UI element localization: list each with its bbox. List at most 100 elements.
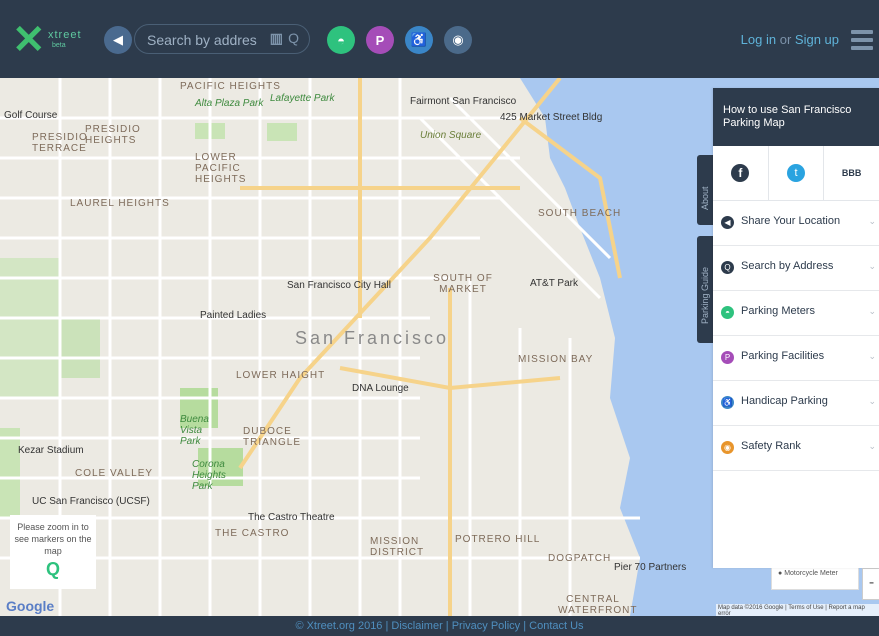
tab-parking-guide[interactable]: Parking Guide: [697, 236, 713, 343]
district-label: LOWER HAIGHT: [236, 370, 326, 381]
twitter-button[interactable]: t: [769, 146, 825, 200]
legend-item: Motorcycle Meter: [784, 570, 838, 577]
poi-label: Kezar Stadium: [18, 445, 84, 456]
district-label: PRESIDIO HEIGHTS: [85, 124, 141, 146]
facebook-button[interactable]: f: [713, 146, 769, 200]
parking-meter-icon: ◓: [721, 306, 734, 319]
chevron-down-icon: ⌄: [868, 216, 876, 226]
poi-label: UC San Francisco (UCSF): [32, 496, 150, 507]
panel-menu-item[interactable]: ◀ Share Your Location ⌄: [713, 201, 879, 246]
google-logo: Google: [6, 598, 55, 614]
bbb-button[interactable]: BBB: [824, 146, 879, 200]
hamburger-menu-icon[interactable]: [851, 30, 873, 50]
or-text: or: [779, 32, 792, 47]
district-label: SOUTH OF MARKET: [433, 273, 493, 295]
search-icon[interactable]: Q: [288, 30, 299, 46]
district-label: COLE VALLEY: [75, 468, 154, 479]
safety-button[interactable]: ◉: [444, 26, 472, 54]
poi-label: Painted Ladies: [200, 310, 267, 321]
zoom-hint-text: Please zoom in to see markers on the map: [14, 522, 92, 556]
logo-text: xtreet: [48, 29, 82, 41]
zoom-search-icon[interactable]: Q: [43, 560, 63, 583]
panel-menu-label: Share Your Location: [741, 215, 841, 227]
poi-label: San Francisco City Hall: [287, 280, 391, 291]
login-link[interactable]: Log in: [741, 32, 776, 47]
poi-label: Union Square: [420, 130, 482, 141]
chevron-down-icon: ⌄: [868, 396, 876, 406]
social-row: f t BBB: [713, 146, 879, 201]
district-label: LOWER PACIFIC HEIGHTS: [195, 152, 247, 185]
panel-menu-label: Safety Rank: [741, 440, 801, 452]
parking-facility-button[interactable]: P: [366, 26, 394, 54]
city-icon[interactable]: ▥: [270, 30, 283, 47]
district-label: DUBOCE TRIANGLE: [243, 426, 302, 448]
search-icon: Q: [721, 261, 734, 274]
district-label: POTRERO HILL: [455, 534, 541, 545]
panel-menu-label: Parking Facilities: [741, 350, 825, 362]
location-arrow-icon: ◀: [113, 32, 123, 47]
facebook-icon: f: [731, 164, 750, 182]
panel-menu-item[interactable]: ♿ Handicap Parking ⌄: [713, 381, 879, 426]
top-bar: ✕ xtreet beta ◀ ▥ Q ◓ P ♿ ◉ Log in or Si…: [0, 0, 879, 78]
location-arrow-button[interactable]: ◀: [104, 26, 132, 54]
poi-label: Golf Course: [4, 110, 58, 121]
district-label: CENTRAL WATERFRONT: [558, 594, 638, 616]
tab-about[interactable]: About: [697, 155, 713, 225]
search-box[interactable]: ▥ Q: [134, 24, 310, 54]
tab-guide-label: Parking Guide: [700, 266, 710, 324]
district-label: MISSION DISTRICT: [370, 536, 425, 558]
parking-facility-icon: P: [721, 351, 734, 364]
auth-links: Log in or Sign up: [741, 32, 839, 47]
logo-x-icon: ✕: [12, 18, 46, 62]
panel-menu-item[interactable]: Q Search by Address ⌄: [713, 246, 879, 291]
district-label: SOUTH BEACH: [538, 208, 622, 219]
tab-about-label: About: [700, 186, 710, 210]
district-label: DOGPATCH: [548, 553, 612, 564]
twitter-icon: t: [787, 164, 805, 182]
poi-label: DNA Lounge: [352, 383, 409, 394]
parking-meter-icon: ◓: [337, 32, 345, 48]
park-label: Corona Heights Park: [192, 459, 226, 492]
panel-title: How to use San Francisco Parking Map: [713, 88, 879, 146]
park-label: Alta Plaza Park: [195, 98, 264, 109]
chevron-down-icon: ⌄: [868, 261, 876, 271]
handicap-icon: ♿: [721, 396, 734, 409]
poi-label: 425 Market Street Bldg: [500, 112, 603, 123]
district-label: LAUREL HEIGHTS: [70, 198, 170, 209]
safety-shield-icon: ◉: [721, 441, 734, 454]
parking-meter-button[interactable]: ◓: [327, 26, 355, 54]
poi-label: AT&T Park: [530, 278, 578, 289]
district-label: PRESIDIO TERRACE: [32, 132, 88, 154]
district-label: PACIFIC HEIGHTS: [180, 81, 281, 92]
district-label: MISSION BAY: [518, 354, 594, 365]
poi-label: Fairmont San Francisco: [410, 96, 517, 107]
panel-menu-item[interactable]: ◓ Parking Meters ⌄: [713, 291, 879, 336]
signup-link[interactable]: Sign up: [795, 32, 839, 47]
zoom-hint-box: Please zoom in to see markers on the map…: [10, 515, 96, 589]
district-label: THE CASTRO: [215, 528, 290, 539]
parking-facility-icon: P: [375, 32, 385, 48]
bbb-icon: BBB: [841, 168, 862, 178]
panel-menu-item[interactable]: ◉ Safety Rank ⌄: [713, 426, 879, 471]
chevron-down-icon: ⌄: [868, 441, 876, 451]
panel-menu-label: Search by Address: [741, 260, 834, 272]
park-label: Buena Vista Park: [180, 414, 209, 447]
zoom-out-button[interactable]: -: [862, 568, 879, 600]
chevron-down-icon: ⌄: [868, 351, 876, 361]
poi-label: The Castro Theatre: [248, 512, 335, 523]
logo-beta: beta: [52, 42, 66, 49]
park-label: Lafayette Park: [270, 93, 335, 104]
panel-menu: ◀ Share Your Location ⌄ Q Search by Address ⌄…: [713, 201, 879, 471]
chevron-down-icon: ⌄: [868, 306, 876, 316]
search-input[interactable]: [145, 29, 259, 51]
handicap-button[interactable]: ♿: [405, 26, 433, 54]
panel-menu-label: Handicap Parking: [741, 395, 828, 407]
logo[interactable]: ✕ xtreet beta: [12, 20, 92, 60]
footer-links[interactable]: © Xtreet.org 2016 | Disclaimer | Privacy…: [0, 616, 879, 636]
panel-menu-item[interactable]: P Parking Facilities ⌄: [713, 336, 879, 381]
handicap-icon: ♿: [410, 32, 428, 47]
location-arrow-icon: ◀: [721, 216, 734, 229]
safety-shield-icon: ◉: [452, 32, 464, 47]
poi-label: Pier 70 Partners: [614, 562, 687, 573]
city-label: San Francisco: [295, 328, 450, 348]
